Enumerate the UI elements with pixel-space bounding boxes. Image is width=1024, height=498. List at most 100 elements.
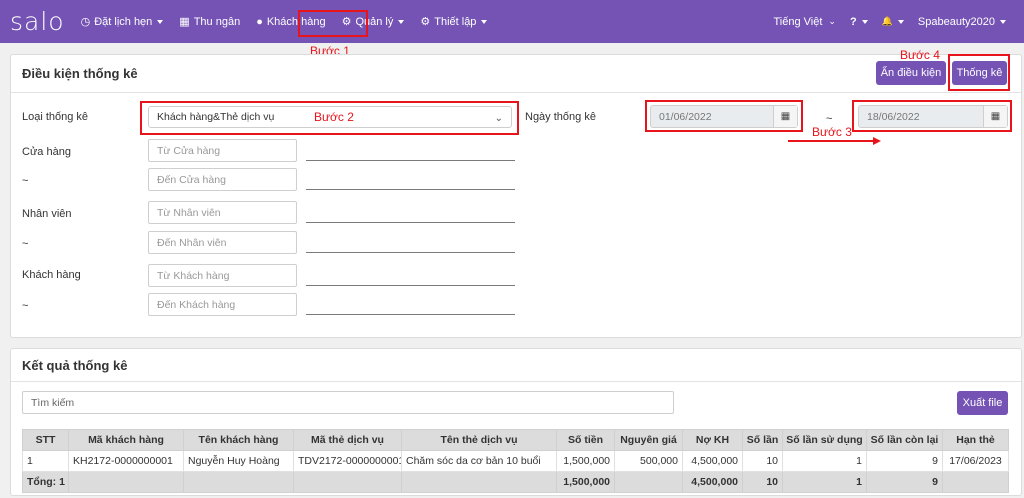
type-label: Loại thống kê [22,111,89,123]
cell-card-name: Chăm sóc da cơ bản 10 buổi [401,450,557,472]
customer-from-input[interactable]: Từ Khách hàng [148,264,297,287]
total-empty [401,471,557,493]
col-debt[interactable]: Nợ KH [682,429,743,451]
step3-arrow-line [788,140,874,142]
caret-down-icon [1000,19,1006,24]
results-divider [11,381,1021,382]
total-empty [293,471,402,493]
col-card-code[interactable]: Mã thẻ dịch vụ [293,429,402,451]
export-file-button[interactable]: Xuất file [957,391,1008,415]
account-menu[interactable]: Spabeauty2020 [916,9,1008,35]
bell-icon: 🔔 [881,16,893,26]
store-from-name-line [306,160,515,161]
total-amount: 1,500,000 [556,471,615,493]
table-header-row: STT Mã khách hàng Tên khách hàng Mã thẻ … [22,429,1009,451]
cell-expiry: 17/06/2023 [942,450,1009,472]
nav-label: Thiết lập [434,15,477,28]
language-label: Tiếng Việt [773,15,823,28]
col-customer-code[interactable]: Mã khách hàng [68,429,184,451]
staff-label: Nhân viên [22,208,72,220]
customer-label: Khách hàng [22,269,81,281]
cell-stt: 1 [22,450,69,472]
date-label: Ngày thống kê [525,111,596,123]
table-total-row: Tổng: 1 1,500,000 4,500,000 10 1 9 [22,471,1009,493]
total-empty [68,471,184,493]
store-tilde: ~ [22,175,29,187]
col-times-remaining[interactable]: Số lần còn lại [866,429,943,451]
nav-cashier[interactable]: ▦ Thu ngân [177,9,242,35]
conditions-divider [11,92,1021,93]
nav-label: Thu ngân [193,15,241,28]
caret-down-icon [481,19,488,24]
step1-highlight [298,10,368,37]
col-times-used[interactable]: Số lần sử dụng [782,429,867,451]
step3-highlight-to [852,100,1012,132]
col-stt[interactable]: STT [22,429,69,451]
col-customer-name[interactable]: Tên khách hàng [183,429,294,451]
staff-from-name-line [306,222,515,223]
cell-times: 10 [742,450,783,472]
cogs-icon: ⚙ [420,16,431,28]
staff-to-input[interactable]: Đến Nhân viên [148,231,297,254]
nav-label: Đặt lịch hẹn [94,15,153,28]
total-times-remaining: 9 [866,471,943,493]
step3-arrow-head [873,137,881,145]
notifications-menu[interactable]: 🔔 [880,9,906,35]
col-amount[interactable]: Số tiền [556,429,615,451]
customer-to-input[interactable]: Đến Khách hàng [148,293,297,316]
customer-tilde: ~ [22,300,29,312]
store-to-input[interactable]: Đến Cửa hàng [148,168,297,191]
col-expiry[interactable]: Hạn thẻ [942,429,1009,451]
col-original-price[interactable]: Nguyên giá [614,429,683,451]
cell-debt: 4,500,000 [682,450,743,472]
caret-down-icon [398,19,405,24]
total-debt: 4,500,000 [682,471,743,493]
store-to-name-line [306,189,515,190]
cell-original-price: 500,000 [614,450,683,472]
total-empty [183,471,294,493]
cell-times-used: 1 [782,450,867,472]
step4-label: Bước 4 [900,48,940,62]
total-times-used: 1 [782,471,867,493]
staff-to-name-line [306,252,515,253]
customer-from-name-line [306,285,515,286]
total-label: Tổng: 1 [22,471,69,493]
staff-tilde: ~ [22,238,29,250]
cell-card-code: TDV2172-0000000001 [293,450,402,472]
help-icon: ? [849,15,857,28]
step4-highlight [948,54,1010,91]
customer-to-name-line [306,314,515,315]
cell-customer-code: KH2172-0000000001 [68,450,184,472]
date-separator: ~ [826,113,833,125]
salo-logo[interactable]: salo [10,7,65,36]
clock-icon: ◷ [80,16,91,28]
search-input[interactable]: Tìm kiếm [22,391,674,414]
total-empty [614,471,683,493]
cell-amount: 1,500,000 [556,450,615,472]
step2-label: Bước 2 [314,110,354,124]
table-row[interactable]: 1 KH2172-0000000001 Nguyễn Huy Hoàng TDV… [22,450,1009,472]
nav-settings[interactable]: ⚙ Thiết lập [418,9,489,35]
store-label: Cửa hàng [22,146,71,158]
hide-conditions-button[interactable]: Ẩn điều kiện [876,61,946,85]
user-icon: ● [256,15,263,28]
conditions-title: Điều kiện thống kê [22,66,138,81]
nav-appointments[interactable]: ◷ Đặt lịch hẹn [79,9,166,35]
caret-down-icon [861,19,868,24]
staff-from-input[interactable]: Từ Nhân viên [148,201,297,224]
total-empty [942,471,1009,493]
cell-customer-name: Nguyễn Huy Hoàng [183,450,294,472]
chevron-down-icon: ⌄ [828,16,836,26]
results-table: STT Mã khách hàng Tên khách hàng Mã thẻ … [22,429,1009,493]
step3-highlight-from [645,100,803,132]
cell-times-remaining: 9 [866,450,943,472]
total-times: 10 [742,471,783,493]
language-selector[interactable]: Tiếng Việt ⌄ [772,9,838,35]
help-menu[interactable]: ? [848,9,870,35]
col-card-name[interactable]: Tên thẻ dịch vụ [401,429,557,451]
caret-down-icon [897,19,904,24]
col-times[interactable]: Số lần [742,429,783,451]
store-from-input[interactable]: Từ Cửa hàng [148,139,297,162]
caret-down-icon [157,19,164,24]
results-title: Kết quả thống kê [22,358,128,373]
